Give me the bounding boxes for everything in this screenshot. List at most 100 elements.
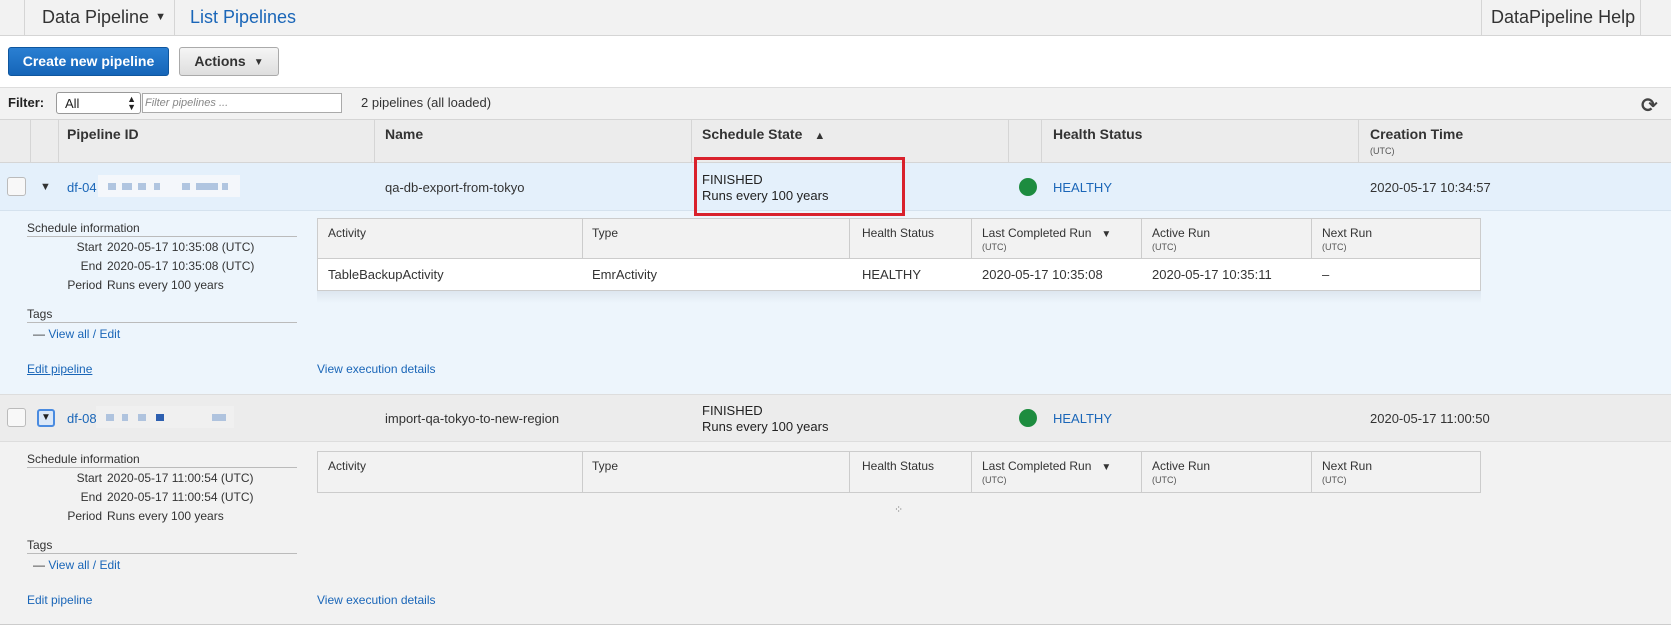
tags-view-all: — View all / Edit	[33, 558, 120, 572]
pipeline-id-link[interactable]: df-08	[67, 411, 97, 426]
schedule-start-value: 2020-05-17 10:35:08 (UTC)	[107, 240, 255, 254]
edit-pipeline-link[interactable]: Edit pipeline	[27, 593, 92, 607]
schedule-end-value: 2020-05-17 10:35:08 (UTC)	[107, 259, 255, 273]
schedule-start-value: 2020-05-17 11:00:54 (UTC)	[107, 471, 254, 485]
table-row[interactable]: ▼ df-08 import-qa-tokyo-to-new-region FI…	[0, 394, 1671, 442]
activity-column-next-run[interactable]: Next Run	[1322, 226, 1372, 240]
top-navigation-bar: Data Pipeline ▼ List Pipelines DataPipeli…	[0, 0, 1671, 36]
view-execution-details-link[interactable]: View execution details	[317, 362, 436, 376]
activity-column-last-completed-label: Last Completed Run	[982, 226, 1092, 240]
divider	[1481, 0, 1482, 36]
redacted-id	[96, 406, 234, 428]
collapse-triangle-icon[interactable]: ▼	[37, 409, 55, 427]
activity-column-activity[interactable]: Activity	[328, 226, 366, 240]
activity-column-next-run-unit: (UTC)	[1322, 242, 1347, 252]
row-checkbox[interactable]	[7, 408, 26, 427]
activity-active-run: 2020-05-17 10:35:11	[1152, 267, 1272, 282]
activity-column-health[interactable]: Health Status	[862, 459, 934, 473]
divider	[1141, 219, 1142, 259]
activity-table: Activity Type Health Status Last Complet…	[317, 451, 1481, 493]
schedule-period-value: Runs every 100 years	[107, 278, 224, 292]
column-pipeline-id[interactable]: Pipeline ID	[67, 126, 139, 142]
edit-pipeline-link[interactable]: Edit pipeline	[27, 362, 92, 376]
column-health-status[interactable]: Health Status	[1053, 126, 1142, 142]
activity-column-last-completed-label: Last Completed Run	[982, 459, 1092, 473]
chevron-down-icon: ▼	[253, 57, 264, 68]
pipeline-name: qa-db-export-from-tokyo	[385, 180, 525, 195]
divider	[27, 236, 297, 237]
schedule-period-label: Period	[67, 509, 102, 523]
filter-bar: Filter: All ▲ ▼ Filter pipelines ... 2 pi…	[0, 87, 1671, 119]
view-all-edit-link[interactable]: View all / Edit	[48, 558, 120, 572]
schedule-end-label: End	[80, 490, 102, 504]
pipeline-count: 2 pipelines (all loaded)	[361, 95, 492, 110]
activity-column-next-run-unit: (UTC)	[1322, 475, 1347, 485]
table-shadow	[317, 291, 1481, 303]
create-pipeline-button[interactable]: Create new pipeline	[8, 47, 169, 76]
creation-time: 2020-05-17 11:00:50	[1370, 411, 1490, 426]
schedule-end-value: 2020-05-17 11:00:54 (UTC)	[107, 490, 254, 504]
activity-column-last-completed[interactable]: Last Completed Run ▼	[982, 459, 1111, 473]
pipeline-id-link[interactable]: df-04	[67, 180, 97, 195]
divider	[174, 0, 175, 36]
activity-column-last-completed-unit: (UTC)	[982, 475, 1007, 485]
activity-column-type[interactable]: Type	[592, 226, 618, 240]
divider	[1358, 120, 1359, 164]
activity-health-link[interactable]: HEALTHY	[862, 267, 921, 282]
filter-label: Filter:	[8, 95, 45, 110]
view-execution-details-link[interactable]: View execution details	[317, 593, 436, 607]
service-menu-label: Data Pipeline	[42, 7, 150, 27]
schedule-state: FINISHED Runs every 100 years	[702, 403, 828, 435]
divider	[849, 219, 850, 259]
tags-title: Tags	[27, 538, 53, 552]
collapse-triangle-icon[interactable]: ▼	[40, 181, 51, 193]
health-status-link[interactable]: HEALTHY	[1053, 411, 1112, 426]
divider	[1008, 120, 1009, 164]
actions-button[interactable]: Actions ▼	[179, 47, 279, 76]
chevron-down-icon: ▼	[155, 11, 166, 23]
schedule-state-period: Runs every 100 years	[702, 419, 829, 434]
activity-next-run: –	[1322, 267, 1330, 282]
schedule-start-label: Start	[76, 471, 102, 485]
refresh-icon[interactable]: ⟳	[1641, 93, 1658, 118]
activity-row[interactable]: TableBackupActivity EmrActivity HEALTHY …	[318, 259, 1480, 290]
divider	[374, 120, 375, 164]
view-all-edit-link[interactable]: View all / Edit	[48, 327, 120, 341]
row-checkbox[interactable]	[7, 177, 26, 196]
help-link[interactable]: DataPipeline Help	[1491, 7, 1635, 28]
filter-input[interactable]: Filter pipelines ...	[142, 93, 342, 113]
column-creation-time-unit: (UTC)	[1370, 146, 1395, 156]
highlight-annotation-box	[694, 157, 905, 216]
activity-column-next-run[interactable]: Next Run	[1322, 459, 1372, 473]
activity-table-header: Activity Type Health Status Last Complet…	[318, 219, 1480, 259]
column-schedule-state[interactable]: Schedule State ▲	[702, 126, 825, 142]
select-arrows-icon: ▲ ▼	[127, 94, 136, 112]
tags-dash: —	[33, 327, 45, 341]
column-name[interactable]: Name	[385, 126, 423, 142]
schedule-period-value: Runs every 100 years	[107, 509, 224, 523]
divider	[27, 553, 297, 554]
activity-column-activity[interactable]: Activity	[328, 459, 366, 473]
activity-column-active-run[interactable]: Active Run	[1152, 459, 1210, 473]
health-status-link[interactable]: HEALTHY	[1053, 180, 1112, 195]
filter-select[interactable]: All ▲ ▼	[56, 92, 141, 114]
divider	[27, 322, 297, 323]
divider	[1640, 0, 1641, 36]
breadcrumb-list-pipelines[interactable]: List Pipelines	[190, 7, 296, 28]
divider	[971, 452, 972, 492]
divider	[27, 467, 297, 468]
activity-column-active-run[interactable]: Active Run	[1152, 226, 1210, 240]
tags-view-all: — View all / Edit	[33, 327, 120, 341]
activity-column-health[interactable]: Health Status	[862, 226, 934, 240]
activity-column-last-completed[interactable]: Last Completed Run ▼	[982, 226, 1111, 240]
column-creation-time[interactable]: Creation Time	[1370, 126, 1463, 142]
schedule-end-label: End	[80, 259, 102, 273]
activity-table: Activity Type Health Status Last Complet…	[317, 218, 1481, 291]
divider	[1311, 219, 1312, 259]
divider	[582, 219, 583, 259]
activity-table-header: Activity Type Health Status Last Complet…	[318, 452, 1480, 492]
activity-column-type[interactable]: Type	[592, 459, 618, 473]
service-menu[interactable]: Data Pipeline ▼	[42, 7, 166, 28]
schedule-period-label: Period	[67, 278, 102, 292]
activity-name-link[interactable]: TableBackupActivity	[328, 267, 444, 282]
